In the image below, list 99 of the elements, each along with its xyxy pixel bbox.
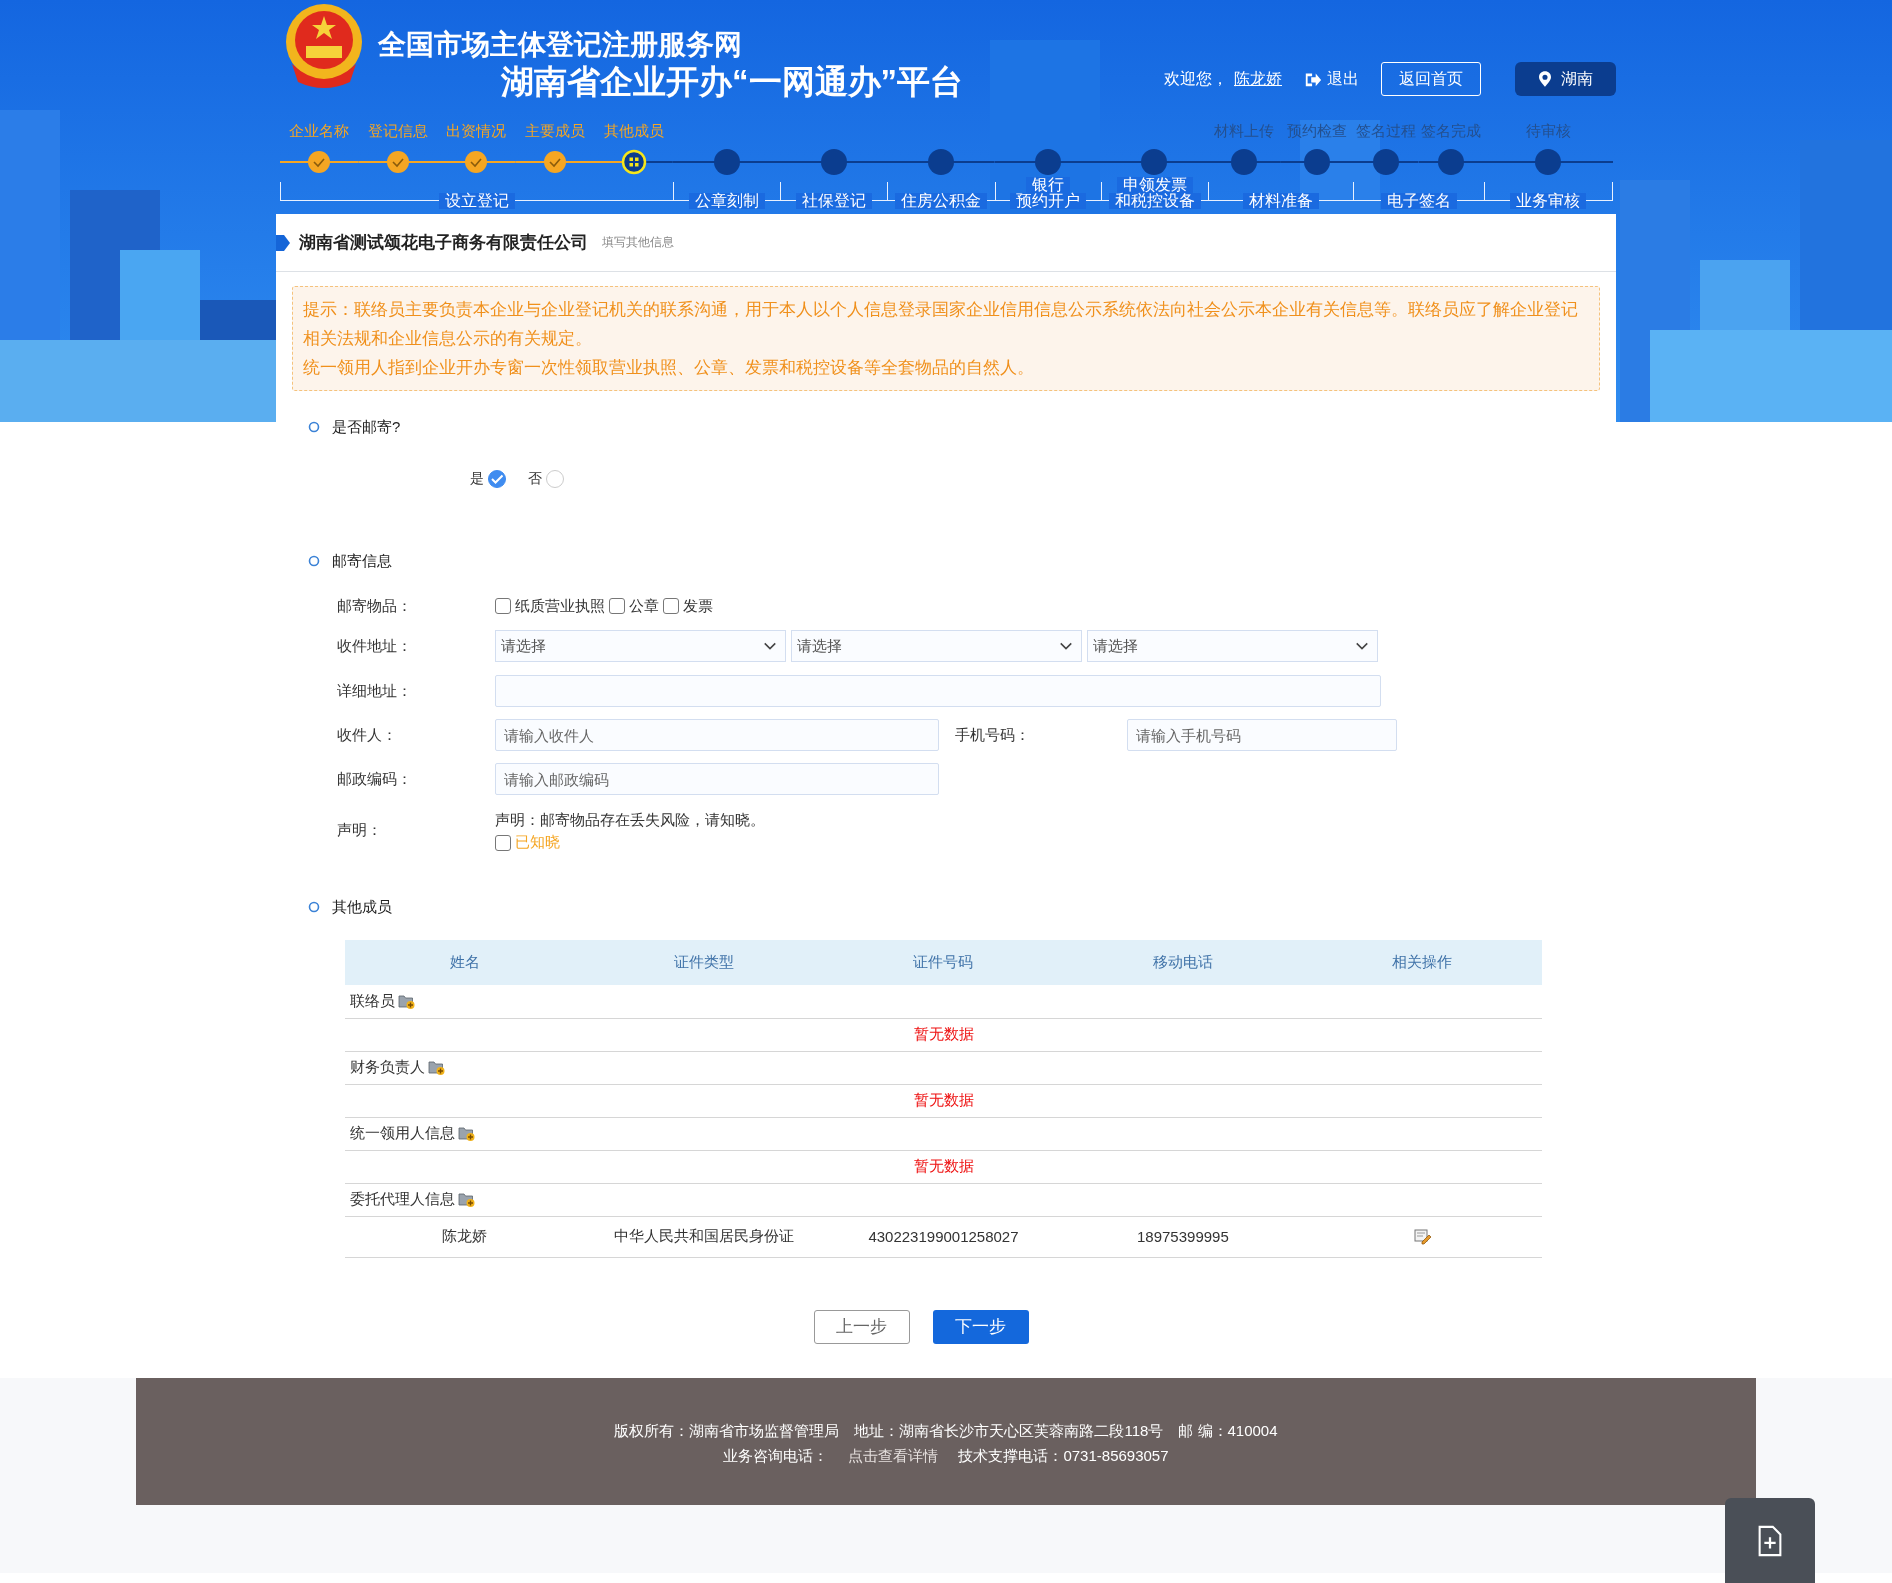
company-name: 湖南省测试颂花电子商务有限责任公司 — [299, 232, 588, 254]
select-field[interactable]: 请选择 — [495, 630, 786, 662]
group-label: 联络员 — [350, 991, 395, 1009]
welcome-text: 欢迎您， — [1164, 68, 1228, 89]
section-marker-icon — [276, 234, 290, 251]
page-hint: 填写其他信息 — [602, 234, 674, 251]
stage-label: 材料准备 — [1243, 193, 1320, 209]
select-field[interactable]: 请选择 — [791, 630, 1082, 662]
group-label: 统一领用人信息 — [350, 1124, 455, 1141]
group-label: 财务负责人 — [350, 1058, 425, 1075]
section-title: 邮寄信息 — [332, 551, 392, 571]
stage-label: 设立登记 — [438, 193, 515, 209]
stage-label: 住房公积金 — [895, 193, 988, 209]
back-button[interactable]: 上一步 — [813, 1309, 910, 1344]
table-cell: 18975399995 — [1137, 1228, 1229, 1245]
stage-label: 银行 — [1026, 177, 1071, 193]
radio-label: 否 — [528, 470, 542, 488]
input-field[interactable]: 请输入邮政编码 — [495, 763, 939, 795]
stage-label: 和税控设备 — [1108, 193, 1201, 209]
input-field[interactable]: 请输入手机号码 — [1127, 719, 1397, 751]
checkbox[interactable] — [495, 834, 511, 851]
checkbox[interactable] — [663, 598, 679, 614]
checkbox-label: 公章 — [629, 596, 659, 616]
field-label: 邮寄物品： — [337, 596, 413, 616]
column-header: 证件类型 — [584, 940, 824, 985]
section-title: 是否邮寄? — [332, 417, 401, 437]
input-field[interactable]: 请输入收件人 — [495, 719, 939, 751]
logout-link[interactable]: 退出 — [1304, 68, 1359, 90]
location-pin-icon — [1538, 71, 1551, 87]
bullet-icon — [308, 421, 320, 433]
step-label: 其他成员 — [603, 122, 664, 139]
empty-message: 暂无数据 — [913, 1091, 974, 1108]
stage-label: 公章刻制 — [689, 193, 765, 209]
checkbox[interactable] — [495, 598, 511, 614]
notice-text: 统一领用人指到企业开办专窗一次性领取营业执照、公章、发票和税控设备等全套物品的自然人。 — [303, 357, 1035, 379]
field-label: 收件地址： — [337, 636, 413, 656]
bullet-icon — [308, 555, 320, 567]
radio-button[interactable] — [488, 470, 506, 488]
bullet-icon — [308, 901, 320, 913]
column-header: 移动电话 — [1063, 940, 1303, 985]
field-label: 声明： — [337, 821, 383, 840]
check-icon — [491, 473, 503, 485]
notice-text: 提示：联络员主要负责本企业与企业登记机关的联系沟通，用于本人以个人信息登录国家企业信用信息公示系统依法向社会公示本企业有关信息等。联络员应了解企业登记相关法规和企业信息公示的有关规定。 — [303, 299, 1579, 350]
empty-message: 暂无数据 — [913, 1025, 974, 1042]
select-placeholder: 请选择 — [501, 636, 546, 656]
add-document-button[interactable] — [1725, 1498, 1815, 1583]
folder-add-icon[interactable] — [458, 1125, 475, 1142]
stage-label: 电子签名 — [1381, 193, 1458, 209]
footer-text: 技术支撑电话：0731-85693057 — [958, 1447, 1169, 1466]
folder-add-icon[interactable] — [428, 1059, 445, 1076]
platform-title: 湖南省企业开办“一网通办”平台 — [501, 62, 963, 102]
empty-message: 暂无数据 — [913, 1157, 974, 1174]
table-cell: 中华人民共和国居民身份证 — [614, 1227, 795, 1244]
select-placeholder: 请选择 — [1093, 636, 1138, 656]
next-button[interactable]: 下一步 — [932, 1309, 1029, 1344]
checkbox-label: 已知晓 — [515, 833, 560, 852]
emblem-icon — [284, 2, 364, 88]
section-title: 其他成员 — [332, 897, 392, 917]
stage-label: 社保登记 — [796, 193, 873, 209]
table-cell: 陈龙娇 — [442, 1227, 488, 1244]
folder-add-icon[interactable] — [458, 1191, 475, 1208]
step-label: 材料上传 — [1214, 122, 1275, 139]
field-label: 邮政编码： — [337, 769, 413, 789]
footer-text: 版权所有：湖南省市场监督管理局 地址：湖南省长沙市天心区芙蓉南路二段118号 邮 编：410004 — [614, 1422, 1278, 1441]
user-link[interactable]: 陈龙娇 — [1234, 68, 1282, 90]
folder-add-icon[interactable] — [398, 992, 415, 1010]
checkbox[interactable] — [609, 598, 625, 614]
group-label: 委托代理人信息 — [350, 1190, 455, 1207]
home-button[interactable]: 返回首页 — [1381, 62, 1481, 96]
stage-label: 预约开户 — [1010, 193, 1087, 209]
select-field[interactable]: 请选择 — [1087, 630, 1378, 662]
stage-label: 申领发票 — [1116, 177, 1193, 193]
step-label: 待审核 — [1525, 122, 1571, 139]
step-label: 出资情况 — [446, 122, 507, 139]
site-title: 全国市场主体登记注册服务网 — [378, 28, 743, 62]
table-cell: 430223199001258027 — [868, 1228, 1019, 1245]
field-label: 手机号码： — [955, 725, 1031, 745]
footer-text: 业务咨询电话： — [723, 1447, 829, 1466]
details-link[interactable]: 点击查看详情 — [848, 1447, 939, 1466]
step-label: 签名过程 — [1355, 122, 1416, 139]
step-label: 登记信息 — [367, 122, 428, 139]
column-header: 证件号码 — [823, 940, 1064, 985]
column-header: 相关操作 — [1302, 940, 1542, 985]
field-label: 详细地址： — [337, 681, 413, 701]
select-placeholder: 请选择 — [797, 636, 842, 656]
radio-label: 是 — [470, 470, 484, 488]
edit-icon[interactable] — [1413, 1228, 1431, 1245]
step-label: 签名完成 — [1421, 122, 1482, 139]
step-label: 预约检查 — [1287, 122, 1348, 139]
input-field[interactable] — [495, 675, 1381, 707]
step-label: 主要成员 — [525, 122, 585, 139]
step-label: 企业名称 — [289, 122, 350, 139]
stage-label: 业务审核 — [1510, 193, 1587, 209]
column-header: 姓名 — [345, 940, 585, 985]
region-button[interactable]: 湖南 — [1515, 62, 1616, 96]
checkbox-label: 纸质营业执照 — [515, 596, 605, 616]
statement-text: 声明：邮寄物品存在丢失风险，请知晓。 — [495, 810, 765, 830]
field-label: 收件人： — [337, 725, 398, 745]
checkbox-label: 发票 — [683, 596, 713, 616]
